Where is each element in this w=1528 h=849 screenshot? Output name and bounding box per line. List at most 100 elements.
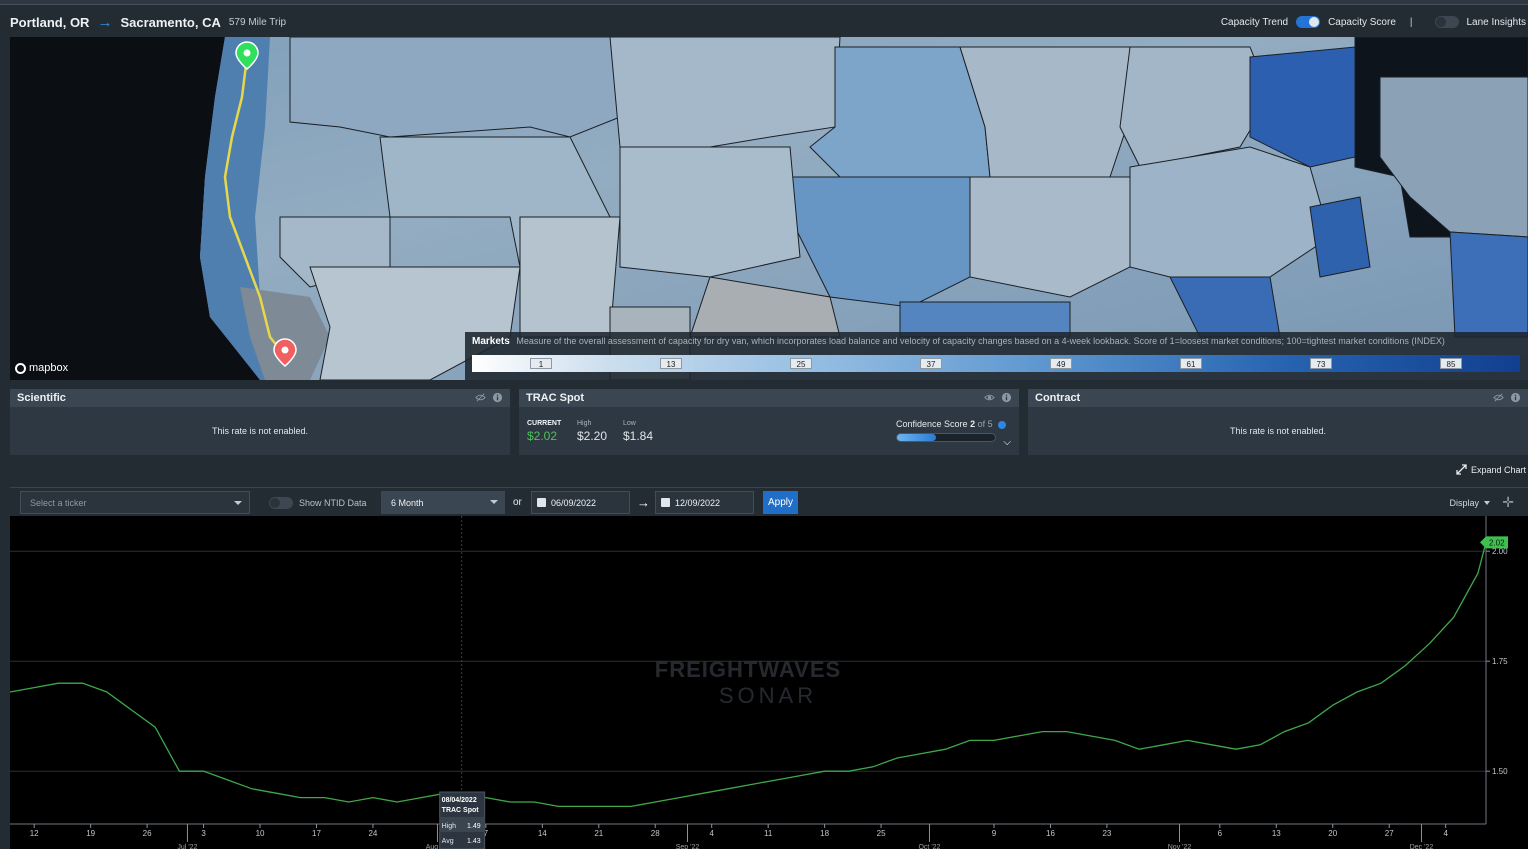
high-value: $2.20	[577, 429, 608, 443]
ntid-label: Show NTID Data	[299, 497, 367, 508]
x-tick-label: 11	[764, 829, 773, 838]
current-label: CURRENT	[527, 420, 562, 427]
watermark-freightwaves: FREIGHTWAVES	[655, 657, 841, 682]
current-value: $2.02	[527, 429, 558, 443]
x-tick-label: 25	[877, 829, 886, 838]
destination-city: Sacramento, CA	[120, 14, 221, 30]
confidence-fill	[897, 434, 937, 441]
x-tick-label: 27	[1385, 829, 1394, 838]
end-date-value: 12/09/2022	[675, 497, 721, 508]
capacity-trend-label: Capacity Trend	[1220, 16, 1289, 28]
caret-down-icon	[490, 500, 498, 504]
x-tick-label: 13	[1272, 829, 1281, 838]
display-menu[interactable]: Display	[1449, 491, 1490, 514]
tooltip-high-value: 1.49	[467, 823, 481, 830]
display-label: Display	[1449, 497, 1479, 508]
x-tick-label: 18	[820, 829, 829, 838]
legend-tick: 85	[1440, 358, 1462, 369]
caret-down-icon	[1484, 500, 1490, 505]
x-tick-label: 21	[594, 829, 603, 838]
map-canvas	[10, 37, 1528, 380]
info-icon[interactable]	[492, 392, 503, 403]
x-tick-label: 19	[86, 829, 95, 838]
end-date-input[interactable]: 12/09/2022	[655, 491, 754, 514]
eye-hidden-icon[interactable]	[475, 392, 486, 403]
crosshair-icon[interactable]: ✛	[1502, 491, 1514, 514]
apply-button[interactable]: Apply	[763, 491, 798, 514]
x-tick-label: 24	[368, 829, 377, 838]
month-tick-label: Dec '22	[1410, 844, 1434, 849]
capacity-score-label: Capacity Score	[1328, 16, 1396, 28]
x-tick-label: 20	[1328, 829, 1337, 838]
range-select[interactable]: 6 Month	[381, 491, 505, 514]
ticker-placeholder: Select a ticker	[30, 497, 87, 508]
info-icon[interactable]	[1510, 392, 1521, 403]
x-tick-label: 14	[538, 829, 547, 838]
chart-canvas: 1.50 1.75 2.00 FREIGHTWAVESSONAR 12 19 26 3 10 17…	[10, 516, 1508, 849]
lane-insights-label: Lane Insights	[1466, 16, 1527, 28]
month-tick-label: Oct '22	[918, 844, 940, 849]
info-icon[interactable]	[1001, 392, 1012, 403]
lane-header: Portland, OR → Sacramento, CA 579 Mile T…	[0, 6, 1528, 38]
tooltip-high-label: High	[442, 823, 457, 830]
trip-distance: 579 Mile Trip	[228, 16, 287, 28]
scientific-header: Scientific	[10, 389, 510, 407]
high-rate: High $2.20	[577, 420, 607, 443]
header-divider: |	[1409, 16, 1413, 28]
eye-icon[interactable]	[984, 392, 995, 403]
expand-chart-button[interactable]: Expand Chart	[1456, 464, 1526, 475]
legend-tick: 49	[1050, 358, 1072, 369]
caret-down-icon	[234, 501, 242, 505]
x-tick-label: 26	[143, 829, 152, 838]
scientific-title: Scientific	[17, 392, 66, 404]
ntid-toggle-group[interactable]: Show NTID Data	[269, 491, 367, 514]
expand-icon	[1456, 464, 1467, 475]
tooltip-avg-label: Avg	[442, 838, 454, 845]
low-rate: Low $1.84	[623, 420, 653, 443]
legend-tick: 1	[530, 358, 552, 369]
header-controls: Capacity Trend Capacity Score | Lane Ins…	[1221, 6, 1528, 38]
ticker-select[interactable]: Select a ticker	[20, 491, 250, 514]
start-date-input[interactable]: 06/09/2022	[531, 491, 630, 514]
chevron-down-icon[interactable]: ⌵	[1003, 437, 1011, 448]
contract-title: Contract	[1035, 392, 1081, 404]
rate-chart[interactable]: 1.50 1.75 2.00 FREIGHTWAVES SONAR 12 19 26 3 10 17…	[10, 516, 1528, 849]
confidence-score[interactable]: Confidence Score 2 of 5 ⌵	[896, 419, 1011, 448]
confidence-suffix: of 5	[977, 419, 993, 429]
month-tick-label: Nov '22	[1168, 844, 1192, 849]
legend-title: Markets Measure of the overall assessmen…	[472, 336, 1445, 347]
contract-panel: Contract This rate is not enabled.	[1028, 389, 1528, 455]
ntid-toggle[interactable]	[269, 496, 293, 509]
capacity-map[interactable]: mapbox Markets Measure of the overall as…	[10, 37, 1528, 380]
x-tick-label: 3	[201, 829, 206, 838]
eye-hidden-icon[interactable]	[1493, 392, 1504, 403]
chart-toolbar: Select a ticker Show NTID Data 6 Month o…	[10, 487, 1528, 516]
arrow-right-icon: →	[97, 13, 113, 31]
tooltip-avg-value: 1.43	[467, 838, 481, 845]
x-tick-label: 12	[30, 829, 39, 838]
lane-insights-toggle[interactable]	[1434, 16, 1459, 28]
confidence-label: Confidence Score	[896, 419, 968, 429]
legend-tick: 37	[920, 358, 942, 369]
capacity-toggle[interactable]	[1296, 16, 1321, 28]
x-tick-label: 9	[992, 829, 997, 838]
legend-heading: Markets	[472, 336, 510, 347]
expand-chart-label: Expand Chart	[1470, 464, 1526, 475]
legend-description: Measure of the overall assessment of cap…	[516, 336, 1445, 346]
top-border	[0, 0, 1528, 5]
legend-tick: 25	[790, 358, 812, 369]
x-tick-label: 28	[651, 829, 660, 838]
legend-tick: 73	[1310, 358, 1332, 369]
confidence-bar	[896, 433, 996, 442]
confidence-value: 2	[970, 419, 976, 429]
mapbox-attribution[interactable]: mapbox	[15, 362, 68, 374]
x-tick-label: 10	[256, 829, 265, 838]
low-label: Low	[623, 420, 636, 427]
or-label: or	[513, 497, 522, 508]
confidence-info-icon[interactable]	[998, 420, 1007, 429]
legend-tick: 61	[1180, 358, 1202, 369]
range-value: 6 Month	[391, 497, 424, 508]
x-tick-label: 4	[1443, 829, 1448, 838]
x-tick-label: 23	[1102, 829, 1111, 838]
x-tick-label: 6	[1218, 829, 1223, 838]
